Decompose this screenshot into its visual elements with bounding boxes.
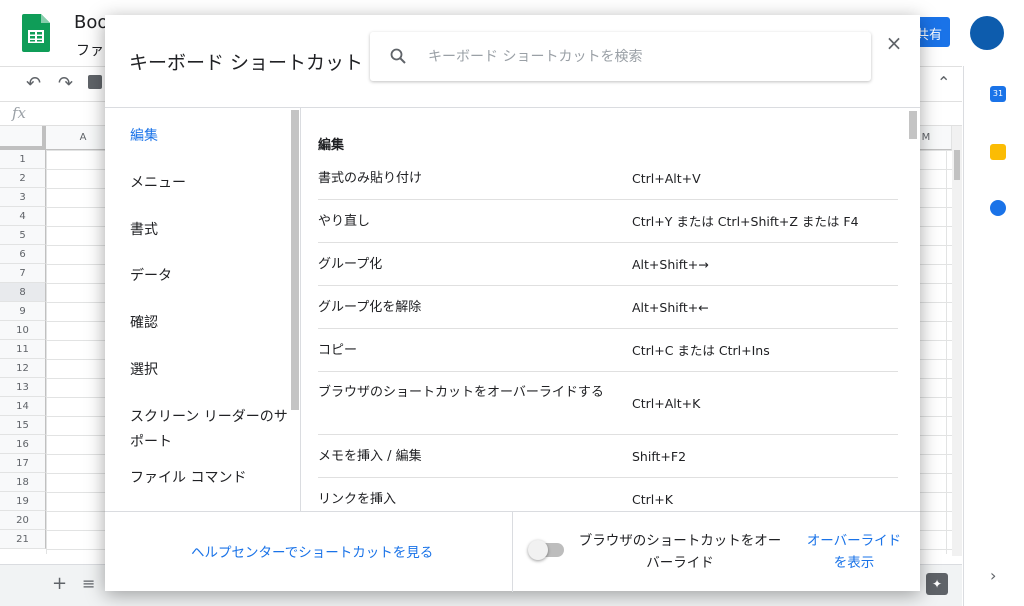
sheets-logo-icon[interactable] bbox=[22, 14, 50, 52]
category-menu[interactable]: メニュー bbox=[130, 171, 290, 196]
shortcut-row: グループ化を解除 Alt+Shift+← bbox=[318, 286, 898, 329]
expand-panel-icon[interactable]: › bbox=[990, 566, 996, 585]
category-format[interactable]: 書式 bbox=[130, 218, 290, 243]
toggle-knob[interactable] bbox=[528, 540, 548, 560]
override-toggle[interactable] bbox=[528, 540, 564, 560]
row-header[interactable]: 17 bbox=[0, 454, 46, 473]
row-header[interactable]: 10 bbox=[0, 321, 46, 340]
row-header[interactable]: 9 bbox=[0, 302, 46, 321]
shortcut-row: やり直し Ctrl+Y または Ctrl+Shift+Z または F4 bbox=[318, 200, 898, 243]
keep-icon[interactable] bbox=[990, 144, 1006, 160]
dialog-header: キーボード ショートカット × bbox=[105, 15, 920, 108]
shortcut-keys: Ctrl+K bbox=[632, 492, 673, 507]
undo-icon[interactable]: ↶ bbox=[26, 73, 41, 94]
keyboard-shortcuts-dialog: キーボード ショートカット × 編集 メニュー 書式 データ 確認 選択 スクリ… bbox=[105, 15, 920, 592]
redo-icon[interactable]: ↷ bbox=[58, 73, 73, 94]
row-header[interactable]: 13 bbox=[0, 378, 46, 397]
row-header[interactable]: 19 bbox=[0, 492, 46, 511]
all-sheets-icon[interactable]: ≡ bbox=[82, 574, 95, 593]
row-header[interactable]: 2 bbox=[0, 169, 46, 188]
calendar-icon[interactable]: 31 bbox=[990, 86, 1006, 102]
row-header-selected[interactable]: 8 bbox=[0, 283, 46, 302]
category-list: 編集 メニュー 書式 データ 確認 選択 スクリーン リーダーのサポート ファイ… bbox=[105, 108, 301, 511]
row-header[interactable]: 5 bbox=[0, 226, 46, 245]
dialog-title: キーボード ショートカット bbox=[129, 52, 364, 74]
shortcut-row: グループ化 Alt+Shift+→ bbox=[318, 243, 898, 286]
shortcut-name: グループ化を解除 bbox=[318, 300, 422, 315]
row-header[interactable]: 1 bbox=[0, 150, 46, 169]
category-scrollbar[interactable] bbox=[291, 110, 299, 410]
tasks-icon[interactable] bbox=[990, 200, 1006, 216]
shortcut-row: リンクを挿入 Ctrl+K bbox=[318, 478, 898, 511]
override-label: ブラウザのショートカットをオーバーライド bbox=[578, 533, 782, 571]
formula-icon: fx bbox=[12, 104, 27, 122]
document-title[interactable]: Boo bbox=[74, 12, 108, 33]
avatar[interactable] bbox=[970, 16, 1004, 50]
search-box[interactable] bbox=[370, 32, 871, 81]
print-icon[interactable] bbox=[88, 75, 102, 89]
shortcut-name: グループ化 bbox=[318, 257, 383, 272]
dialog-body: 編集 メニュー 書式 データ 確認 選択 スクリーン リーダーのサポート ファイ… bbox=[105, 108, 920, 511]
shortcut-row: 書式のみ貼り付け Ctrl+Alt+V bbox=[318, 164, 898, 200]
shortcut-name: コピー bbox=[318, 343, 358, 358]
category-data[interactable]: データ bbox=[130, 264, 290, 289]
shortcut-name: 書式のみ貼り付け bbox=[318, 171, 423, 186]
row-header[interactable]: 20 bbox=[0, 511, 46, 530]
shortcut-keys: Ctrl+Alt+V bbox=[632, 171, 701, 186]
shortcut-row: ブラウザのショートカットをオーバーライドする Ctrl+Alt+K bbox=[318, 372, 898, 435]
row-header[interactable]: 4 bbox=[0, 207, 46, 226]
dialog-footer: ヘルプセンターでショートカットを見る ブラウザのショートカットをオーバーライド … bbox=[105, 511, 920, 592]
shortcut-keys: Alt+Shift+→ bbox=[632, 257, 709, 272]
shortcut-row: メモを挿入 / 編集 Shift+F2 bbox=[318, 435, 898, 478]
row-header[interactable]: 7 bbox=[0, 264, 46, 283]
help-center-link[interactable]: ヘルプセンターでショートカットを見る bbox=[191, 541, 433, 561]
row-header[interactable]: 6 bbox=[0, 245, 46, 264]
shortcut-row: コピー Ctrl+C または Ctrl+Ins bbox=[318, 329, 898, 372]
collapse-menu-icon[interactable]: ⌃ bbox=[937, 73, 950, 92]
shortcut-keys: Ctrl+C または Ctrl+Ins bbox=[632, 343, 770, 358]
add-sheet-icon[interactable]: + bbox=[52, 573, 67, 594]
explore-icon[interactable]: ✦ bbox=[926, 573, 948, 595]
category-screen-reader[interactable]: スクリーン リーダーのサポート bbox=[130, 405, 290, 455]
shortcut-name: リンクを挿入 bbox=[318, 492, 397, 507]
row-header[interactable]: 15 bbox=[0, 416, 46, 435]
shortcut-keys: Ctrl+Y または Ctrl+Shift+Z または F4 bbox=[632, 214, 859, 229]
vertical-scrollbar[interactable] bbox=[952, 126, 962, 556]
shortcut-list: 編集 書式のみ貼り付け Ctrl+Alt+V やり直し Ctrl+Y または C… bbox=[302, 108, 920, 511]
search-icon bbox=[390, 48, 406, 64]
row-header[interactable]: 16 bbox=[0, 435, 46, 454]
category-selection[interactable]: 選択 bbox=[130, 358, 290, 383]
row-headers: 1 2 3 4 5 6 7 8 9 10 11 12 13 14 15 16 1… bbox=[0, 150, 46, 549]
grid-corner[interactable] bbox=[0, 126, 46, 150]
row-header[interactable]: 21 bbox=[0, 530, 46, 549]
shortcut-name: ブラウザのショートカットをオーバーライドする bbox=[318, 385, 604, 400]
shortcut-keys: Ctrl+Alt+K bbox=[632, 396, 701, 411]
close-icon[interactable]: × bbox=[883, 33, 905, 55]
row-header[interactable]: 3 bbox=[0, 188, 46, 207]
footer-divider bbox=[512, 512, 513, 592]
row-header[interactable]: 12 bbox=[0, 359, 46, 378]
category-edit[interactable]: 編集 bbox=[130, 124, 290, 149]
side-panel: 31 › bbox=[963, 66, 1024, 606]
shortcut-keys: Alt+Shift+← bbox=[632, 300, 709, 315]
section-heading: 編集 bbox=[318, 138, 345, 153]
scrollbar-thumb[interactable] bbox=[954, 150, 960, 180]
show-override-link[interactable]: オーバーライドを表示 bbox=[803, 530, 905, 574]
row-header[interactable]: 18 bbox=[0, 473, 46, 492]
category-review[interactable]: 確認 bbox=[130, 311, 290, 336]
menu-file[interactable]: ファ bbox=[76, 40, 104, 60]
row-header[interactable]: 14 bbox=[0, 397, 46, 416]
shortcut-keys: Shift+F2 bbox=[632, 449, 687, 464]
category-file-commands[interactable]: ファイル コマンド bbox=[130, 466, 290, 491]
shortcut-name: メモを挿入 / 編集 bbox=[318, 449, 422, 464]
row-header[interactable]: 11 bbox=[0, 340, 46, 359]
shortcut-scrollbar[interactable] bbox=[909, 111, 917, 139]
search-input[interactable] bbox=[428, 32, 858, 81]
shortcut-name: やり直し bbox=[318, 214, 371, 229]
